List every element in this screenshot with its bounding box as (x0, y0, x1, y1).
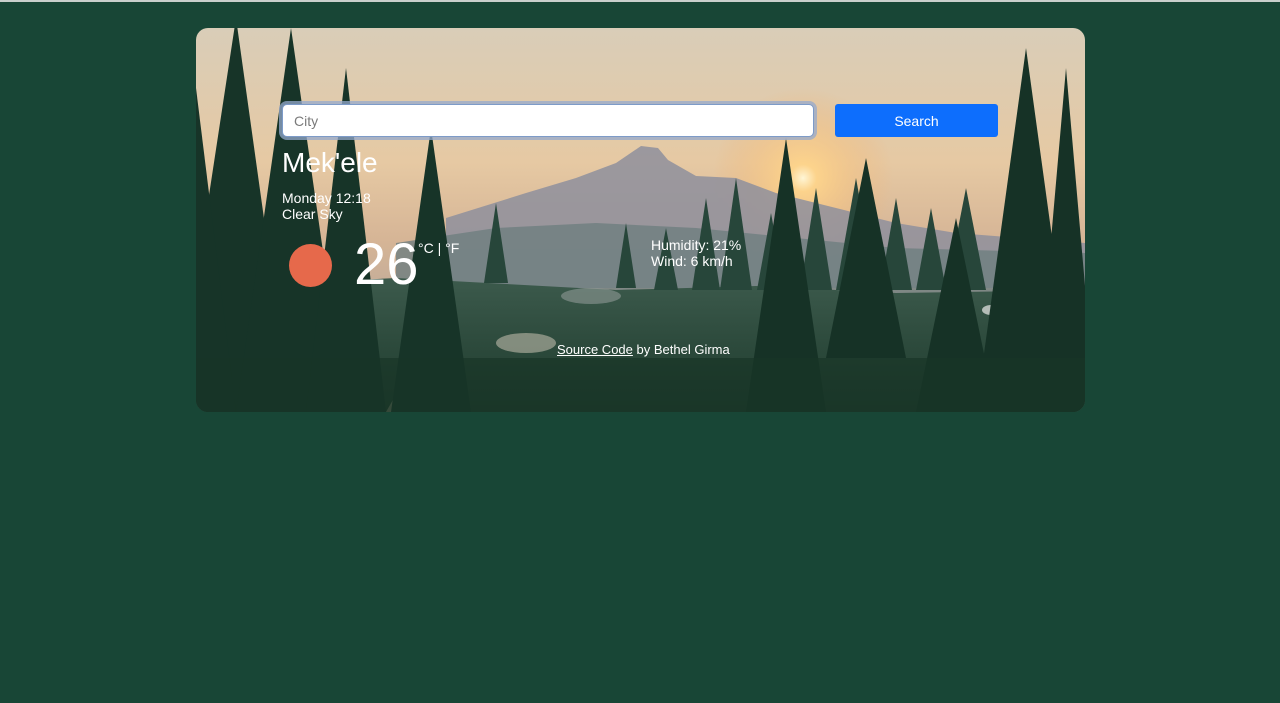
date-time: Monday 12:18 (282, 190, 371, 206)
humidity-value: Humidity: 21% (651, 237, 742, 253)
search-button[interactable]: Search (835, 104, 998, 137)
footer: Source Code by Bethel Girma (557, 342, 730, 358)
unit-separator: | (437, 240, 442, 256)
window-top-border (0, 0, 1280, 2)
weather-card: Search Mek'ele Monday 12:18 Clear Sky 26… (196, 28, 1085, 412)
celsius-link[interactable]: °C (418, 240, 434, 256)
city-search-input[interactable] (282, 104, 814, 137)
city-name: Mek'ele (282, 147, 378, 178)
temperature-units: °C | °F (418, 240, 459, 256)
source-code-link[interactable]: Source Code (557, 342, 633, 357)
author-credit: by Bethel Girma (636, 342, 730, 357)
fahrenheit-link[interactable]: °F (445, 240, 459, 256)
wind-value: Wind: 6 km/h (651, 253, 733, 269)
sun-icon (289, 244, 332, 287)
weather-description: Clear Sky (282, 206, 343, 222)
temperature-value: 26 (354, 232, 419, 297)
